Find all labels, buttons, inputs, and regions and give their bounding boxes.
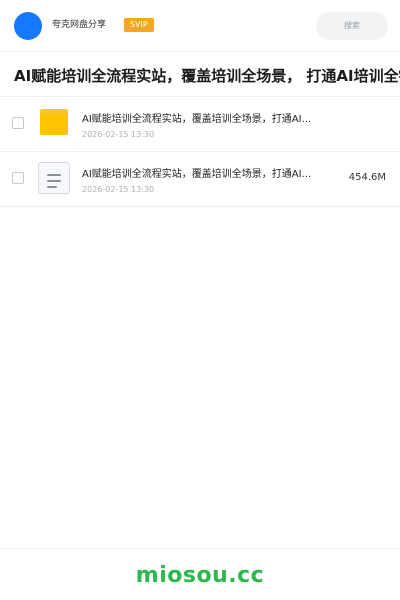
- avatar[interactable]: [14, 12, 42, 40]
- folder-icon: [40, 109, 68, 135]
- list-item[interactable]: AI赋能培训全流程实站，覆盖培训全场景，打通AI... 2026-02-15 1…: [0, 152, 400, 207]
- select-checkbox[interactable]: [12, 117, 24, 129]
- select-checkbox[interactable]: [12, 172, 24, 184]
- footer: miosou.cc: [0, 548, 400, 600]
- header: 夸克网盘分享 SVIP 搜索: [0, 0, 400, 52]
- svip-badge: SVIP: [124, 18, 154, 32]
- file-name[interactable]: AI赋能培训全流程实站，覆盖培训全场景，打通AI...: [82, 113, 322, 127]
- list-item[interactable]: AI赋能培训全流程实站，覆盖培训全场景，打通AI... 2026-02-15 1…: [0, 97, 400, 152]
- document-icon: [38, 162, 70, 194]
- file-name[interactable]: AI赋能培训全流程实站，覆盖培训全场景，打通AI...: [82, 168, 322, 182]
- search-input[interactable]: 搜索: [316, 12, 388, 40]
- site-watermark: miosou.cc: [135, 563, 265, 588]
- file-date: 2026-02-15 13:30: [82, 130, 155, 139]
- brand-name: 夸克网盘分享: [52, 20, 107, 30]
- file-date: 2026-02-15 13:30: [82, 185, 155, 194]
- file-list: AI赋能培训全流程实站，覆盖培训全场景，打通AI... 2026-02-15 1…: [0, 96, 400, 207]
- file-size: 454.6M: [348, 172, 386, 183]
- share-title: AI赋能培训全流程实站，覆盖培训全场景， 打通AI培训全链路: [14, 67, 400, 85]
